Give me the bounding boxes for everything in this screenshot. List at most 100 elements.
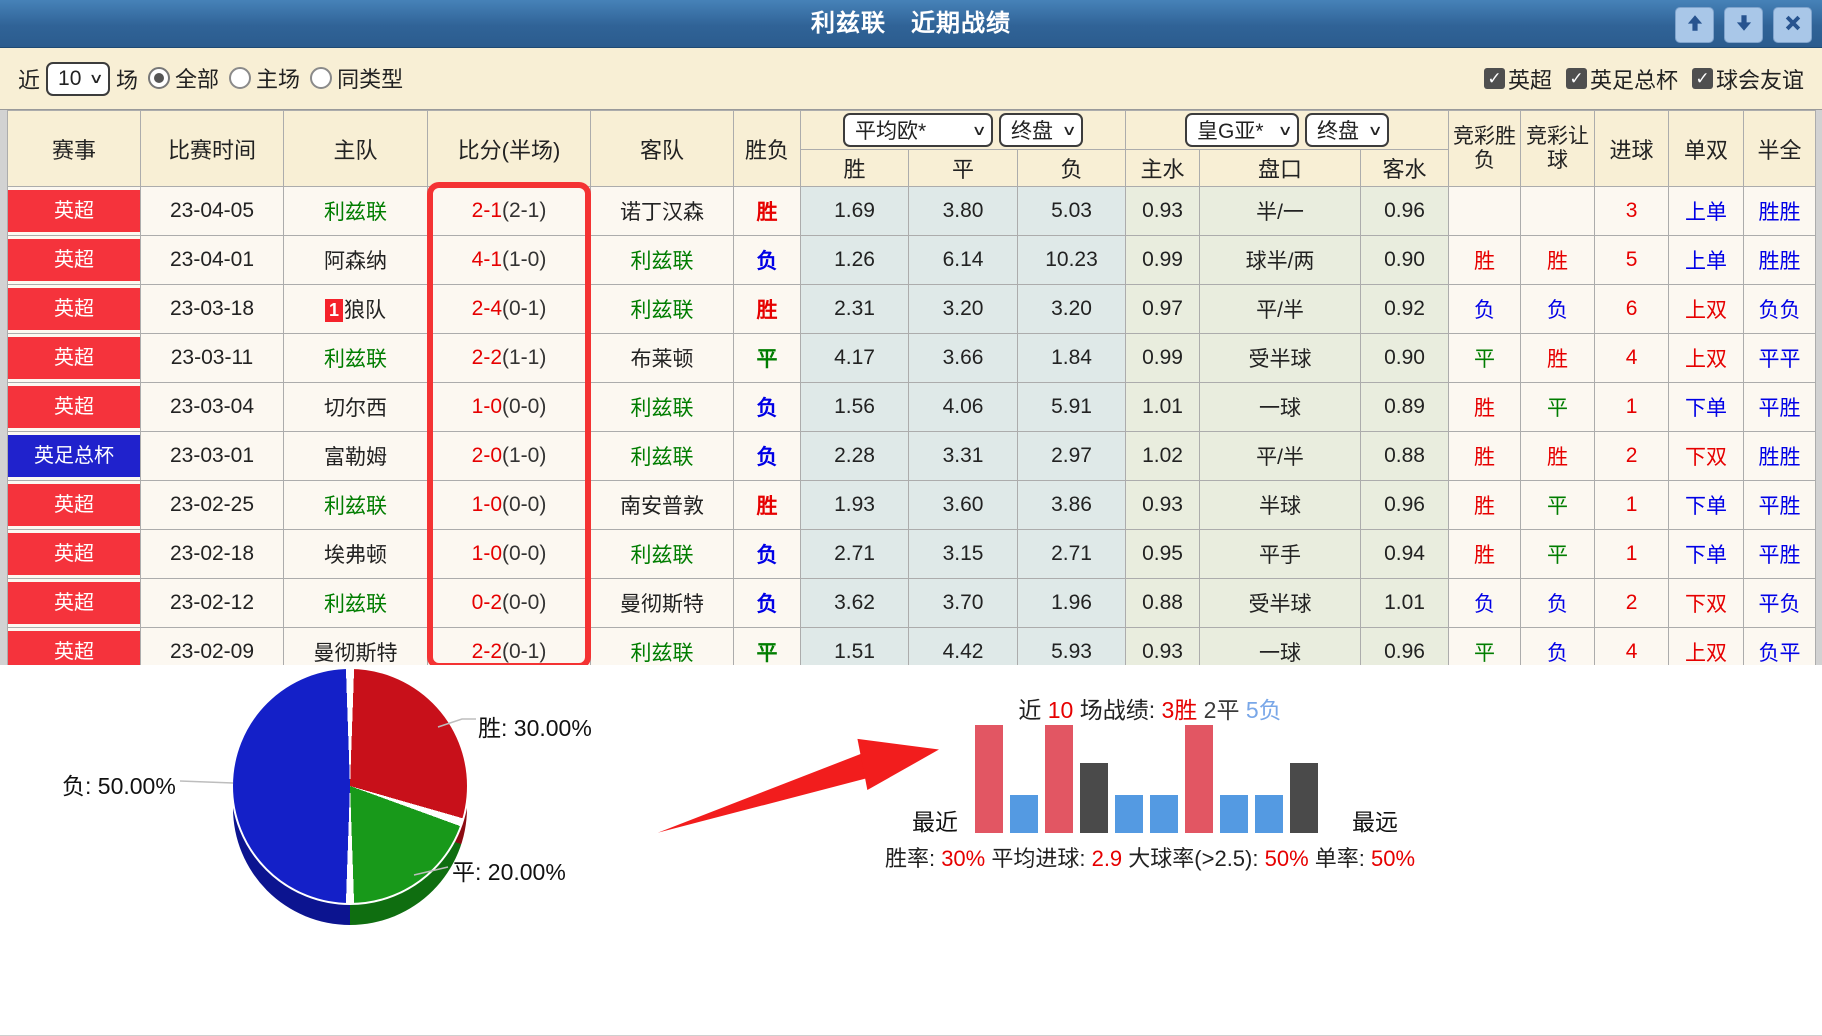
table-row: 英超 23-03-11 利兹联 2-2(1-1) 布莱顿平 4.17 3.66 1.84 0.9…	[7, 333, 1817, 383]
table-row: 英足总杯 23-03-01 富勒姆 2-0(1-0) 利兹联 负 2.28 3.31 2.97 1…	[7, 431, 1817, 481]
cell-odds-win: 1.56	[800, 382, 909, 432]
half-full-value: 负平	[1758, 642, 1801, 665]
league-checkbox-2[interactable]: ✓ 球会友谊	[1691, 63, 1804, 95]
goals-value: 1	[1625, 395, 1638, 418]
cell-result: 负	[733, 431, 801, 481]
cell-score: 1-0(0-0)	[427, 529, 591, 579]
cell-odds-loss: 3.86	[1016, 480, 1127, 530]
competition-badge: 英超	[8, 239, 140, 281]
league-checkbox-1[interactable]: ✓ 英足总杯	[1565, 63, 1678, 95]
cell-half-full: 平胜	[1743, 382, 1817, 432]
cell-odds-draw: 3.20	[908, 284, 1018, 334]
asia-stage-value: 终盘	[1317, 120, 1360, 143]
cell-odd-even: 下双	[1668, 431, 1745, 481]
result-value: 负	[756, 397, 778, 420]
cell-half-full: 负负	[1743, 284, 1817, 334]
scope-option-1[interactable]: 主场	[229, 62, 300, 94]
cell-jc-result: 负	[1448, 578, 1522, 628]
bar-match-6	[1150, 795, 1178, 833]
home-team-name: 利兹联	[324, 348, 387, 371]
cell-date: 23-03-11	[140, 333, 284, 383]
goals-value: 4	[1625, 640, 1638, 663]
score-fulltime: 2-0	[471, 444, 502, 467]
competition-badge: 英足总杯	[8, 435, 140, 477]
jc-handicap-value: 负	[1547, 593, 1569, 616]
arrow-up-icon	[1684, 12, 1706, 39]
bar-label-most-recent: 最近	[912, 809, 958, 835]
cell-home-team: 利兹联	[283, 186, 428, 236]
cell-home-water: 0.88	[1125, 578, 1201, 628]
cell-competition: 英超	[7, 529, 141, 579]
cell-half-full: 平胜	[1743, 480, 1817, 530]
cell-result: 胜	[733, 284, 801, 334]
cell-home-team: 利兹联	[283, 578, 428, 628]
page-title: 利兹联 近期战绩	[811, 10, 1011, 37]
europe-stage-value: 终盘	[1011, 120, 1053, 143]
cell-jc-result: 胜	[1448, 382, 1522, 432]
move-up-button[interactable]	[1675, 7, 1714, 43]
col-header-result: 胜负	[733, 110, 801, 187]
scope-option-0[interactable]: 全部	[148, 62, 219, 94]
cell-odds-draw: 3.31	[908, 431, 1018, 481]
cell-jc-handicap: 平	[1520, 529, 1596, 579]
results-table: 赛事 比赛时间 主队 比分(半场) 客队 胜负 平均欧* ∨ 终盘 ∨ 皇G亚*…	[7, 110, 1817, 677]
cell-score: 0-2(0-0)	[427, 578, 591, 628]
goals-value: 4	[1625, 346, 1638, 369]
half-full-value: 平胜	[1758, 495, 1801, 518]
scope-option-label: 全部	[175, 67, 220, 92]
cell-competition: 英超	[7, 186, 141, 236]
cell-away-team: 曼彻斯特	[590, 578, 734, 628]
cell-goals: 1	[1594, 382, 1670, 432]
cell-odd-even: 上双	[1668, 284, 1745, 334]
close-button[interactable]	[1773, 7, 1812, 43]
checkbox-checked-icon: ✓	[1691, 68, 1713, 89]
competition-badge: 英超	[8, 190, 140, 232]
cell-goals: 6	[1594, 284, 1670, 334]
cell-handicap: 平手	[1199, 529, 1362, 579]
summary-panel: 胜: 30.00% 平: 20.00% 负: 50.00% 近 10 场战绩: …	[0, 665, 1822, 1036]
table-row: 英超 23-02-25 利兹联 1-0(0-0) 南安普敦胜 1.93 3.60 3.86 0.…	[7, 480, 1817, 530]
cell-away-water: 0.94	[1360, 529, 1450, 579]
score-fulltime: 2-2	[471, 640, 502, 663]
cell-handicap: 受半球	[1199, 578, 1362, 628]
cell-odds-win: 1.93	[800, 480, 909, 530]
europe-odds-select[interactable]: 平均欧* ∨	[843, 113, 993, 147]
cell-away-team: 布莱顿	[590, 333, 734, 383]
cell-home-water: 0.95	[1125, 529, 1201, 579]
score-fulltime: 4-1	[471, 248, 502, 271]
away-team-name: 利兹联	[630, 544, 694, 567]
bar-chart-title: 近 10 场战绩: 3胜 2平 5负	[880, 691, 1420, 725]
close-icon	[1782, 12, 1804, 39]
pie-label-win: 胜: 30.00%	[478, 715, 592, 741]
table-row: 英超 23-03-18 1 狼队 2-4(0-1) 利兹联胜 2.31 3.20 3.20 0.9…	[7, 284, 1817, 334]
table-row: 英超 23-04-05 利兹联 2-1(2-1) 诺丁汉森胜 1.69 3.80 5.03 0.…	[7, 186, 1817, 236]
move-down-button[interactable]	[1724, 7, 1763, 43]
home-team-name: 埃弗顿	[324, 544, 387, 567]
score-halftime: (0-0)	[502, 493, 547, 516]
asia-stage-select[interactable]: 终盘 ∨	[1305, 113, 1390, 147]
cell-score: 2-1(2-1)	[427, 186, 591, 236]
col-header-goals: 进球	[1594, 110, 1670, 187]
cell-jc-handicap: 胜	[1520, 431, 1596, 481]
asia-odds-select[interactable]: 皇G亚* ∨	[1185, 113, 1300, 147]
league-checkbox-0[interactable]: ✓ 英超	[1483, 63, 1552, 95]
europe-stage-select[interactable]: 终盘 ∨	[999, 113, 1083, 147]
jc-handicap-value: 胜	[1547, 250, 1569, 273]
cell-date: 23-02-18	[140, 529, 284, 579]
cell-date: 23-04-05	[140, 186, 284, 236]
cell-odds-loss: 1.96	[1016, 578, 1127, 628]
col-header-jc-result: 竞彩胜负	[1448, 110, 1522, 187]
cell-away-water: 0.92	[1360, 284, 1450, 334]
cell-handicap: 半球	[1199, 480, 1362, 530]
result-value: 负	[756, 593, 778, 616]
stats-segment: 单率:	[1308, 846, 1371, 871]
scope-option-2[interactable]: 同类型	[310, 62, 403, 94]
cell-goals: 3	[1594, 186, 1670, 236]
bar-match-5	[1115, 795, 1143, 833]
cell-half-full: 平平	[1743, 333, 1817, 383]
cell-odds-loss: 10.23	[1016, 235, 1127, 285]
bar-chart-stats: 胜率: 30% 平均进球: 2.9 大球率(>2.5): 50% 单率: 50%	[840, 841, 1460, 873]
cell-odds-loss: 5.91	[1016, 382, 1127, 432]
stats-segment: 胜率:	[884, 846, 942, 871]
recent-count-select[interactable]: 10 ∨	[46, 61, 111, 96]
